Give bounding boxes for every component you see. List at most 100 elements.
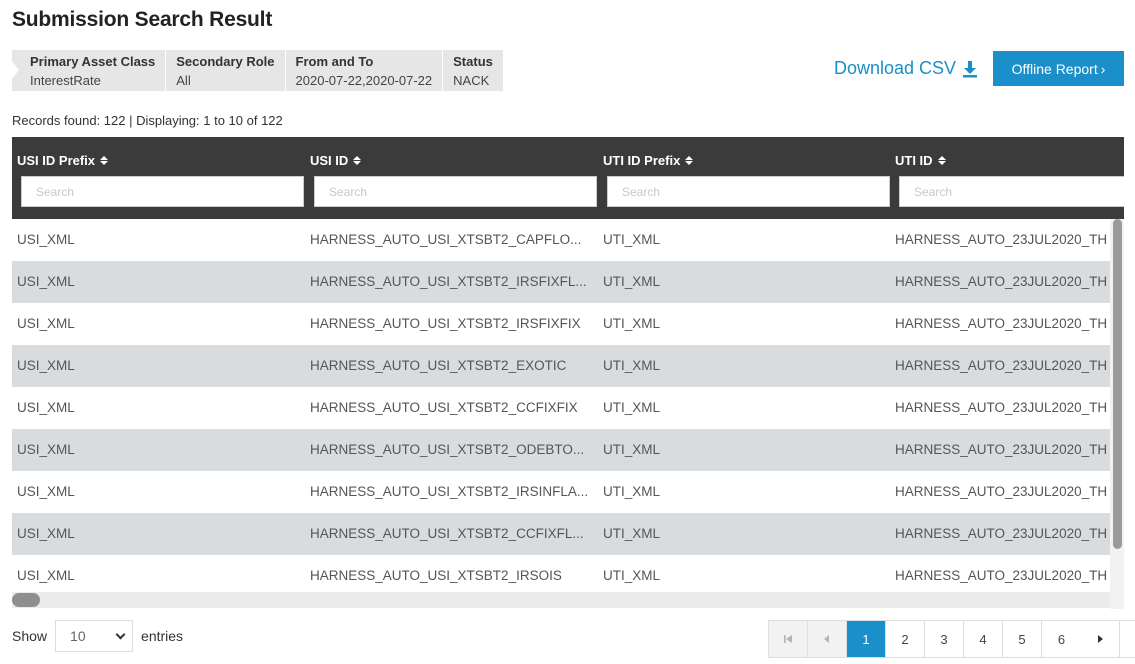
uti-id-prefix-search-input[interactable] — [607, 176, 890, 207]
table-row[interactable]: USI_XML HARNESS_AUTO_USI_XTSBT2_IRSFIXFL.… — [12, 261, 1110, 303]
table-cell: UTI_XML — [603, 232, 661, 247]
table-cell: UTI_XML — [603, 442, 661, 457]
column-label: USI ID Prefix — [17, 153, 96, 168]
sort-icon — [353, 156, 362, 165]
column-header-uti-id[interactable]: UTI ID — [895, 153, 946, 168]
next-page-icon — [1098, 635, 1103, 643]
table-row[interactable]: USI_XML HARNESS_AUTO_USI_XTSBT2_IRSFIXFIX… — [12, 303, 1110, 345]
usi-id-prefix-search-input[interactable] — [21, 176, 304, 207]
entries-select-value: 10 — [70, 628, 86, 644]
download-csv-label: Download CSV — [834, 58, 957, 78]
entries-label: entries — [141, 628, 184, 644]
table-cell: HARNESS_AUTO_USI_XTSBT2_EXOTIC — [310, 358, 567, 373]
chevron-down-icon — [115, 629, 126, 639]
page-1-button[interactable]: 1 — [847, 621, 886, 657]
page-6-button[interactable]: 6 — [1042, 621, 1081, 657]
table-cell: UTI_XML — [603, 526, 661, 541]
filter-value: All — [176, 73, 191, 88]
table-cell: USI_XML — [17, 232, 75, 247]
records-info: Records found: 122 | Displaying: 1 to 10… — [12, 113, 283, 128]
next-page-button[interactable] — [1081, 621, 1120, 657]
table-cell: HARNESS_AUTO_23JUL2020_TH — [895, 232, 1108, 247]
table-cell: HARNESS_AUTO_USI_XTSBT2_IRSOIS — [310, 568, 562, 583]
table-cell: HARNESS_AUTO_23JUL2020_TH — [895, 274, 1108, 289]
page-numbers: 123456 — [847, 621, 1081, 657]
offline-report-button[interactable]: Offline Report › — [993, 51, 1124, 86]
table-row[interactable]: USI_XML HARNESS_AUTO_USI_XTSBT2_IRSOIS UTI… — [12, 555, 1110, 597]
vertical-scrollbar[interactable] — [1110, 219, 1124, 609]
table-row[interactable]: USI_XML HARNESS_AUTO_USI_XTSBT2_CCFIXFL..… — [12, 513, 1110, 555]
last-page-button[interactable] — [1120, 621, 1135, 657]
table-cell: USI_XML — [17, 400, 75, 415]
filter-value: NACK — [453, 73, 490, 88]
filter-from-and-to: From and To 2020-07-22,2020-07-22 — [285, 50, 444, 91]
uti-id-search-input[interactable] — [899, 176, 1124, 207]
table-cell: HARNESS_AUTO_USI_XTSBT2_CCFIXFIX — [310, 400, 578, 415]
table-cell: HARNESS_AUTO_USI_XTSBT2_IRSFIXFL... — [310, 274, 587, 289]
table-cell: UTI_XML — [603, 568, 661, 583]
column-header-usi-id[interactable]: USI ID — [310, 153, 362, 168]
usi-id-search-input[interactable] — [314, 176, 597, 207]
filter-label: From and To — [295, 54, 374, 69]
table-cell: USI_XML — [17, 274, 75, 289]
table-cell: HARNESS_AUTO_23JUL2020_TH — [895, 316, 1108, 331]
offline-report-label: Offline Report — [1011, 60, 1098, 77]
horizontal-scrollbar-thumb[interactable] — [12, 593, 40, 607]
previous-page-button[interactable] — [808, 621, 847, 657]
page-2-button[interactable]: 2 — [886, 621, 925, 657]
table-header: USI ID Prefix USI ID UTI ID Prefix UTI I… — [12, 137, 1124, 219]
table-cell: HARNESS_AUTO_USI_XTSBT2_ODEBTO... — [310, 442, 585, 457]
table-cell: USI_XML — [17, 526, 75, 541]
table-row[interactable]: USI_XML HARNESS_AUTO_USI_XTSBT2_CAPFLO...… — [12, 219, 1110, 261]
table-row[interactable]: USI_XML HARNESS_AUTO_USI_XTSBT2_EXOTIC UTI… — [12, 345, 1110, 387]
table-body: USI_XML HARNESS_AUTO_USI_XTSBT2_CAPFLO...… — [12, 219, 1110, 597]
table-cell: USI_XML — [17, 484, 75, 499]
column-header-usi-id-prefix[interactable]: USI ID Prefix — [17, 153, 109, 168]
results-table: USI ID Prefix USI ID UTI ID Prefix UTI I… — [12, 137, 1124, 609]
first-page-icon — [784, 635, 792, 643]
column-label: USI ID — [310, 153, 349, 168]
table-cell: USI_XML — [17, 358, 75, 373]
table-cell: UTI_XML — [603, 274, 661, 289]
page-size-control: Show 10 entries — [12, 620, 183, 652]
chevron-right-icon: › — [1100, 60, 1106, 77]
pagination: 123456 — [768, 620, 1135, 658]
table-row[interactable]: USI_XML HARNESS_AUTO_USI_XTSBT2_IRSINFLA.… — [12, 471, 1110, 513]
page-3-button[interactable]: 3 — [925, 621, 964, 657]
filter-label: Status — [453, 54, 493, 69]
table-cell: HARNESS_AUTO_USI_XTSBT2_IRSFIXFIX — [310, 316, 581, 331]
previous-page-icon — [824, 635, 829, 643]
sort-icon — [937, 156, 946, 165]
filter-primary-asset-class: Primary Asset Class InterestRate — [12, 50, 167, 91]
table-row[interactable]: USI_XML HARNESS_AUTO_USI_XTSBT2_CCFIXFIX U… — [12, 387, 1110, 429]
column-label: UTI ID — [895, 153, 933, 168]
table-cell: HARNESS_AUTO_23JUL2020_TH — [895, 358, 1108, 373]
table-cell: HARNESS_AUTO_USI_XTSBT2_IRSINFLA... — [310, 484, 589, 499]
page-title: Submission Search Result — [12, 8, 273, 31]
filter-secondary-role: Secondary Role All — [166, 50, 286, 91]
table-cell: USI_XML — [17, 568, 75, 583]
filter-value: 2020-07-22,2020-07-22 — [295, 73, 433, 88]
table-row[interactable]: USI_XML HARNESS_AUTO_USI_XTSBT2_ODEBTO...… — [12, 429, 1110, 471]
horizontal-scrollbar[interactable] — [12, 592, 1110, 608]
table-cell: HARNESS_AUTO_23JUL2020_TH — [895, 400, 1108, 415]
table-cell: HARNESS_AUTO_23JUL2020_TH — [895, 442, 1108, 457]
page-5-button[interactable]: 5 — [1003, 621, 1042, 657]
sort-icon — [100, 156, 109, 165]
vertical-scrollbar-thumb[interactable] — [1113, 219, 1122, 549]
table-cell: USI_XML — [17, 316, 75, 331]
table-cell: HARNESS_AUTO_23JUL2020_TH — [895, 568, 1108, 583]
first-page-button[interactable] — [769, 621, 808, 657]
table-cell: UTI_XML — [603, 316, 661, 331]
entries-select[interactable]: 10 — [55, 620, 134, 652]
table-cell: HARNESS_AUTO_USI_XTSBT2_CAPFLO... — [310, 232, 582, 247]
filter-label: Primary Asset Class — [30, 54, 156, 69]
page-4-button[interactable]: 4 — [964, 621, 1003, 657]
sort-icon — [685, 156, 694, 165]
table-cell: HARNESS_AUTO_USI_XTSBT2_CCFIXFL... — [310, 526, 584, 541]
table-cell: HARNESS_AUTO_23JUL2020_TH — [895, 526, 1108, 541]
download-csv-link[interactable]: Download CSV — [834, 58, 978, 79]
column-header-uti-id-prefix[interactable]: UTI ID Prefix — [603, 153, 694, 168]
table-cell: UTI_XML — [603, 400, 661, 415]
table-cell: HARNESS_AUTO_23JUL2020_TH — [895, 484, 1108, 499]
